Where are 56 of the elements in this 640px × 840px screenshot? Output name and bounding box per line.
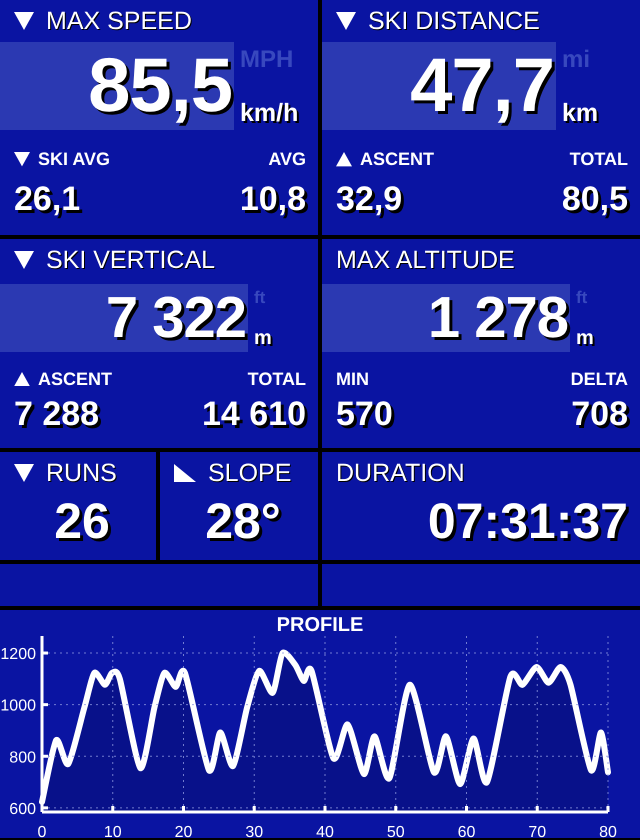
stat-value: 26,1 xyxy=(14,182,82,216)
chart-title: PROFILE xyxy=(276,614,364,636)
axis-tick-label: 20 xyxy=(174,824,192,838)
tile-title: SKI DISTANCE xyxy=(368,6,540,36)
stat-label: AVG xyxy=(268,149,306,170)
tile-value: 28° xyxy=(205,492,281,550)
down-triangle-icon xyxy=(14,464,34,482)
stat-label: MIN xyxy=(336,368,369,390)
down-triangle-icon xyxy=(336,12,356,30)
up-triangle-icon xyxy=(14,372,30,386)
axis-tick-label: 50 xyxy=(386,824,405,838)
slope-triangle-icon xyxy=(174,464,196,482)
axis-tick-label: 80 xyxy=(599,824,617,838)
tile-title: SKI VERTICAL xyxy=(46,246,216,274)
down-triangle-icon xyxy=(14,251,34,269)
tile-value: 26 xyxy=(54,492,110,550)
axis-tick-label: 0 xyxy=(38,824,46,838)
axis-tick-label: 30 xyxy=(245,824,264,838)
tile-value: 07:31:37 xyxy=(428,492,628,550)
axis-tick-label: 60 xyxy=(458,824,476,838)
stat-value: 570 xyxy=(336,397,393,431)
axis-tick-label: 10 xyxy=(104,824,122,838)
unit-label: m xyxy=(254,327,272,351)
down-triangle-icon xyxy=(14,152,30,167)
stat-label: SKI AVG xyxy=(38,149,110,170)
axis-tick-label: 70 xyxy=(528,824,546,838)
unit-label: km xyxy=(562,99,598,129)
up-triangle-icon xyxy=(336,152,352,167)
stat-value: 7 288 xyxy=(14,397,100,431)
axis-tick-label: 800 xyxy=(9,749,36,766)
axis-tick-label: 1000 xyxy=(0,698,36,715)
tile-title: RUNS xyxy=(46,458,117,488)
tile-title: MAX ALTITUDE xyxy=(336,246,515,274)
stat-value: 708 xyxy=(571,397,628,431)
stat-value: 10,8 xyxy=(240,182,306,216)
down-triangle-icon xyxy=(14,12,34,30)
stat-label: DELTA xyxy=(570,368,628,390)
stat-label: TOTAL xyxy=(248,368,306,390)
stat-value: 32,9 xyxy=(336,182,404,216)
stat-label: ASCENT xyxy=(360,149,434,170)
axis-tick-label: 600 xyxy=(9,800,36,818)
main-value: 1 278 xyxy=(428,289,568,347)
axis-tick-label: 1200 xyxy=(0,646,36,664)
stat-value: 80,5 xyxy=(562,182,628,216)
unit-label: km/h xyxy=(240,99,298,129)
stat-label: TOTAL xyxy=(570,149,628,170)
unit-label: m xyxy=(576,327,594,351)
main-value: 85,5 xyxy=(88,48,232,124)
axis-tick-label: 40 xyxy=(316,824,334,838)
tile-title: SLOPE xyxy=(208,458,292,488)
stat-value: 14 610 xyxy=(202,397,306,431)
main-value: 7 322 xyxy=(106,289,246,347)
main-value: 47,7 xyxy=(410,48,554,124)
tile-title: MAX SPEED xyxy=(46,6,192,36)
tile-title: DURATION xyxy=(336,458,465,488)
stat-label: ASCENT xyxy=(38,368,112,390)
